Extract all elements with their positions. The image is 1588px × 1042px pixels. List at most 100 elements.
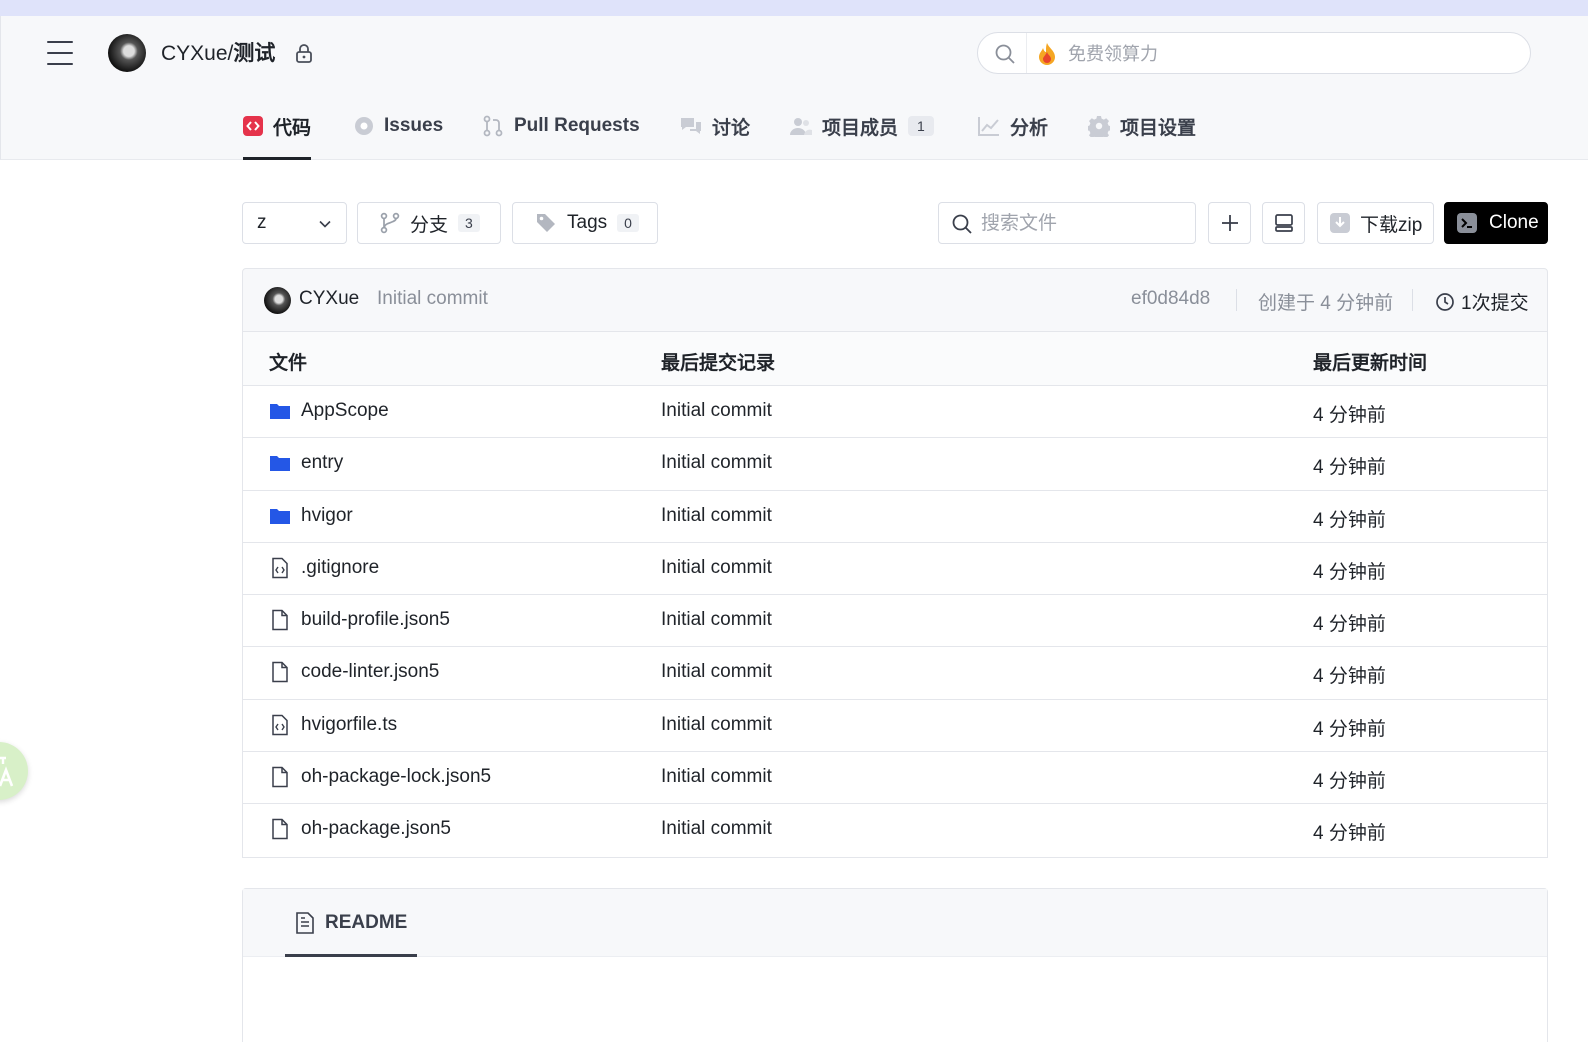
- lock-icon: [296, 44, 312, 63]
- tab-issues[interactable]: Issues: [354, 92, 443, 160]
- branches-count: 3: [458, 214, 480, 232]
- fire-icon: [1039, 43, 1055, 65]
- repo-name[interactable]: 测试: [233, 42, 275, 65]
- table-row[interactable]: hvigorfile.ts Initial commit 4 分钟前: [243, 699, 1547, 753]
- file-icon: [272, 819, 288, 840]
- header-file: 文件: [269, 353, 308, 374]
- tags-button[interactable]: Tags 0: [512, 202, 658, 244]
- file-updated-time: 4 分钟前: [1313, 771, 1386, 793]
- file-name[interactable]: oh-package.json5: [301, 818, 451, 840]
- file-commit-message[interactable]: Initial commit: [661, 400, 772, 422]
- document-icon: [296, 912, 314, 934]
- file-commit-message[interactable]: Initial commit: [661, 714, 772, 736]
- table-row[interactable]: .gitignore Initial commit 4 分钟前: [243, 542, 1547, 596]
- repo-tabs: 代码 Issues Pull Requests 讨论 项目成员 1 分析 项目设…: [0, 92, 1588, 160]
- branch-select[interactable]: z: [242, 202, 347, 244]
- file-updated-time: 4 分钟前: [1313, 823, 1386, 845]
- table-row[interactable]: build-profile.json5 Initial commit 4 分钟前: [243, 595, 1547, 648]
- issues-icon: [355, 117, 373, 135]
- code-file-icon: [272, 557, 288, 579]
- branches-label: 分支: [410, 214, 449, 236]
- tab-discussions[interactable]: 讨论: [680, 92, 750, 160]
- folder-icon: [270, 404, 290, 419]
- clone-button[interactable]: Clone: [1444, 202, 1548, 244]
- clone-label: Clone: [1489, 212, 1539, 233]
- tab-pull-requests-label: Pull Requests: [514, 115, 640, 136]
- header-last-commit: 最后提交记录: [661, 353, 776, 374]
- table-row[interactable]: oh-package.json5 Initial commit 4 分钟前: [243, 804, 1547, 857]
- file-commit-message[interactable]: Initial commit: [661, 557, 772, 579]
- readme-panel: README: [242, 888, 1548, 1042]
- terminal-icon: [1457, 213, 1477, 233]
- file-name[interactable]: AppScope: [301, 400, 389, 422]
- file-icon: [272, 662, 288, 683]
- search-icon: [995, 44, 1015, 64]
- file-commit-message[interactable]: Initial commit: [661, 661, 772, 683]
- file-commit-message[interactable]: Initial commit: [661, 766, 772, 788]
- clock-icon: [1436, 292, 1454, 311]
- tab-issues-label: Issues: [384, 115, 444, 136]
- table-row[interactable]: code-linter.json5 Initial commit 4 分钟前: [243, 647, 1547, 700]
- open-ide-button[interactable]: [1262, 202, 1305, 244]
- file-name[interactable]: build-profile.json5: [301, 609, 450, 631]
- table-row[interactable]: oh-package-lock.json5 Initial commit 4 分钟前: [243, 752, 1547, 805]
- code-icon: [243, 116, 263, 136]
- discussion-icon: [681, 118, 701, 134]
- file-name[interactable]: hvigorfile.ts: [301, 714, 397, 736]
- tab-members[interactable]: 项目成员 1: [790, 92, 934, 160]
- file-search-input[interactable]: 搜索文件: [938, 202, 1196, 244]
- code-file-icon: [272, 714, 288, 736]
- repo-owner[interactable]: CYXue/: [161, 42, 233, 65]
- tab-analysis[interactable]: 分析: [978, 92, 1048, 160]
- branch-select-value: z: [257, 212, 267, 233]
- file-commit-message[interactable]: Initial commit: [661, 818, 772, 840]
- file-icon: [272, 766, 288, 788]
- repo-title[interactable]: CYXue/测试: [161, 40, 275, 68]
- tags-label: Tags: [567, 212, 608, 233]
- file-name[interactable]: hvigor: [301, 505, 353, 527]
- commit-count-link[interactable]: 1次提交: [1435, 288, 1529, 315]
- table-row[interactable]: entry Initial commit 4 分钟前: [243, 438, 1547, 491]
- file-name[interactable]: .gitignore: [301, 557, 379, 579]
- file-commit-message[interactable]: Initial commit: [661, 505, 772, 527]
- download-zip-label: 下载zip: [1360, 214, 1423, 236]
- file-commit-message[interactable]: Initial commit: [661, 452, 772, 474]
- file-updated-time: 4 分钟前: [1313, 718, 1386, 740]
- tab-pull-requests[interactable]: Pull Requests: [482, 92, 640, 160]
- tab-code-label: 代码: [273, 117, 312, 139]
- file-updated-time: 4 分钟前: [1313, 614, 1386, 636]
- menu-icon[interactable]: [47, 40, 73, 66]
- owner-avatar[interactable]: [108, 34, 146, 72]
- chart-icon: [978, 117, 999, 136]
- tab-code[interactable]: 代码: [243, 92, 312, 160]
- file-updated-time: 4 分钟前: [1313, 457, 1386, 479]
- global-search[interactable]: 免费领算力: [977, 32, 1531, 74]
- table-row[interactable]: hvigor Initial commit 4 分钟前: [243, 490, 1547, 543]
- commit-sha[interactable]: ef0d84d8: [1131, 288, 1210, 310]
- readme-tab[interactable]: README: [285, 889, 417, 957]
- file-icon: [272, 609, 288, 631]
- search-icon: [952, 214, 972, 234]
- add-file-button[interactable]: [1208, 202, 1251, 244]
- translate-floating-button[interactable]: [0, 742, 28, 800]
- branch-icon: [380, 212, 400, 234]
- file-name[interactable]: code-linter.json5: [301, 661, 439, 683]
- repo-header: CYXue/测试 免费领算力: [0, 16, 1588, 92]
- file-search-placeholder: 搜索文件: [981, 213, 1058, 234]
- branches-button[interactable]: 分支 3: [357, 202, 501, 244]
- commit-author-avatar[interactable]: [264, 287, 291, 314]
- last-commit-bar: CYXue Initial commit ef0d84d8 创建于 4 分钟前 …: [242, 268, 1548, 332]
- download-zip-button[interactable]: 下载zip: [1317, 202, 1434, 244]
- pull-request-icon: [483, 115, 503, 137]
- commit-created-time: 创建于 4 分钟前: [1258, 293, 1394, 314]
- commit-message[interactable]: Initial commit: [377, 288, 488, 310]
- tab-settings[interactable]: 项目设置: [1088, 92, 1196, 160]
- tab-analysis-label: 分析: [1010, 117, 1049, 139]
- table-row[interactable]: AppScope Initial commit 4 分钟前: [243, 386, 1547, 439]
- folder-icon: [270, 508, 290, 524]
- file-name[interactable]: oh-package-lock.json5: [301, 766, 491, 788]
- download-icon: [1330, 213, 1350, 233]
- file-name[interactable]: entry: [301, 452, 343, 474]
- commit-author[interactable]: CYXue: [299, 288, 359, 310]
- file-commit-message[interactable]: Initial commit: [661, 609, 772, 631]
